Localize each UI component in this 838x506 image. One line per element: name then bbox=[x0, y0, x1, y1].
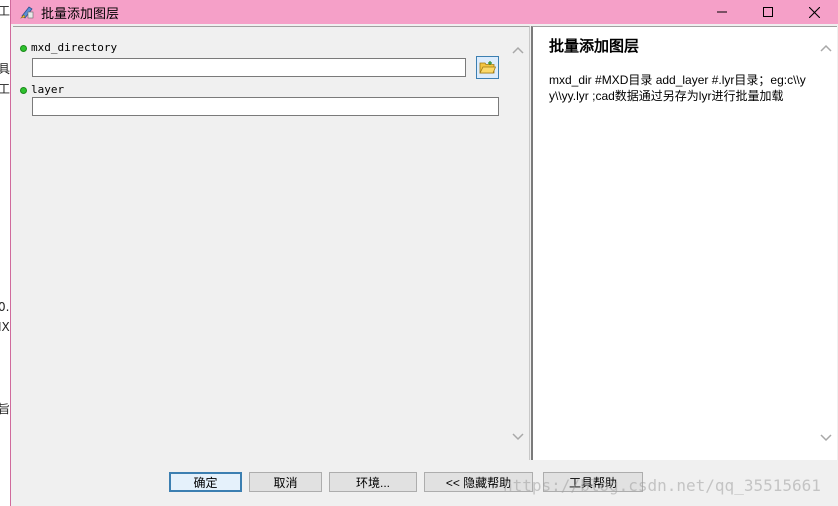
background-fragment: 旨 bbox=[0, 402, 11, 416]
help-scroll-down-icon[interactable] bbox=[819, 433, 833, 443]
layer-input[interactable] bbox=[32, 97, 499, 116]
browse-folder-button[interactable] bbox=[476, 56, 499, 79]
background-fragment: 工 bbox=[0, 4, 11, 18]
help-title: 批量添加图层 bbox=[549, 37, 640, 55]
param-label-layer: layer bbox=[31, 83, 65, 96]
param-label-mxd-directory: mxd_directory bbox=[31, 41, 118, 54]
mxd-directory-input[interactable] bbox=[32, 58, 466, 77]
background-fragment: 工 bbox=[0, 82, 11, 96]
minimize-button[interactable] bbox=[699, 0, 745, 24]
required-indicator-icon bbox=[20, 45, 27, 52]
scroll-up-icon[interactable] bbox=[511, 45, 525, 55]
dialog-button-bar: 确定 取消 环境... << 隐藏帮助 工具帮助 https://blog.cs… bbox=[11, 460, 838, 506]
scroll-down-icon[interactable] bbox=[511, 432, 525, 442]
background-fragment: IX bbox=[0, 320, 10, 334]
close-icon bbox=[808, 6, 820, 18]
help-description: mxd_dir #MXD目录 add_layer #.lyr目录；eg:c\\y… bbox=[549, 73, 806, 103]
window-title: 批量添加图层 bbox=[41, 7, 120, 22]
maximize-icon bbox=[763, 7, 773, 17]
tool-help-button[interactable]: 工具帮助 bbox=[543, 472, 643, 492]
minimize-icon bbox=[717, 11, 727, 13]
environments-button[interactable]: 环境... bbox=[329, 472, 417, 492]
help-scroll-up-icon[interactable] bbox=[819, 43, 833, 53]
ok-button[interactable]: 确定 bbox=[169, 472, 242, 492]
folder-open-icon bbox=[479, 61, 496, 74]
background-fragment: 具 bbox=[0, 62, 11, 76]
close-button[interactable] bbox=[791, 0, 837, 24]
tool-script-icon bbox=[20, 6, 34, 19]
parameters-pane: mxd_directory layer bbox=[13, 26, 530, 461]
help-pane: 批量添加图层 mxd_dir #MXD目录 add_layer #.lyr目录；… bbox=[531, 26, 837, 460]
tool-dialog: 批量添加图层 mxd_directory layer 批量添加图层 mxd_di… bbox=[10, 0, 838, 506]
title-bar[interactable]: 批量添加图层 bbox=[11, 0, 838, 24]
cancel-button[interactable]: 取消 bbox=[249, 472, 322, 492]
maximize-button[interactable] bbox=[745, 0, 791, 24]
hide-help-button[interactable]: << 隐藏帮助 bbox=[424, 472, 533, 492]
required-indicator-icon bbox=[20, 87, 27, 94]
